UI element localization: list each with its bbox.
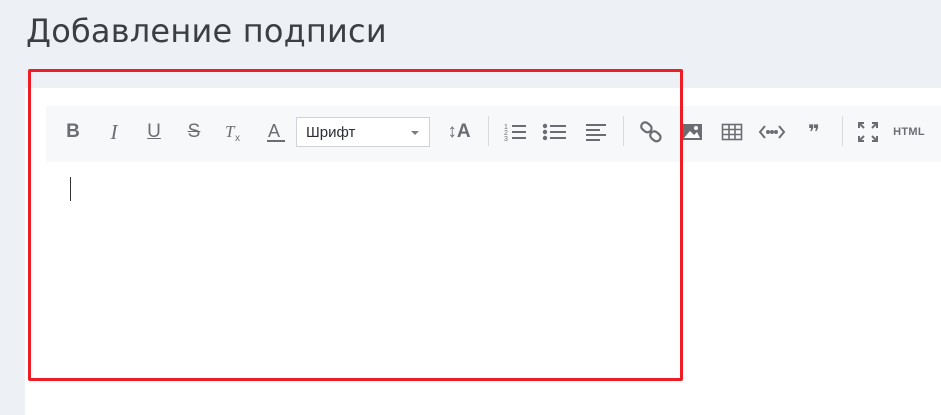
font-family-select[interactable]: Шрифт [296, 117, 430, 147]
image-icon[interactable] [680, 118, 704, 146]
quote-icon[interactable]: ❞ [803, 118, 825, 146]
text-cursor [70, 177, 71, 201]
align-left-icon[interactable] [584, 118, 608, 146]
editor-content-area[interactable] [46, 162, 941, 382]
page-title: Добавление подписи [26, 12, 387, 50]
code-icon[interactable] [757, 118, 787, 146]
remove-format-icon[interactable]: Tx [222, 118, 246, 146]
italic-icon[interactable]: I [103, 118, 125, 146]
unordered-list-icon[interactable] [541, 118, 569, 146]
table-icon[interactable] [720, 118, 744, 146]
html-source-icon[interactable]: HTML [893, 118, 925, 146]
fullscreen-icon[interactable] [856, 118, 880, 146]
ordered-list-icon[interactable]: 1 2 3 [502, 118, 528, 146]
toolbar-separator [488, 116, 489, 146]
svg-text:x: x [235, 133, 240, 143]
text-color-icon[interactable]: A [264, 118, 288, 146]
bold-icon[interactable]: B [62, 118, 84, 146]
font-select-value: Шрифт [306, 123, 356, 141]
svg-text:3: 3 [504, 136, 508, 143]
svg-text:A: A [268, 121, 280, 141]
toolbar-separator [842, 116, 843, 146]
chevron-down-icon [411, 131, 419, 135]
strikethrough-icon[interactable]: S [183, 118, 205, 146]
font-size-icon[interactable]: ↕A [444, 118, 474, 146]
link-icon[interactable] [638, 118, 664, 146]
toolbar-separator [623, 116, 624, 146]
underline-icon[interactable]: U [143, 118, 165, 146]
